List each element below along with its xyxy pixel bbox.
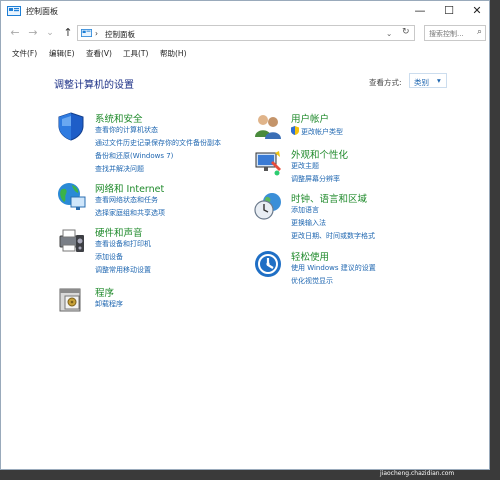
page-title: 调整计算机的设置 [54, 80, 134, 91]
recent-locations-button[interactable]: ⌄ [43, 26, 57, 40]
category-clock-region-title[interactable]: 时钟、语言和区域 [291, 191, 367, 205]
menu-view[interactable]: 查看(V) [86, 48, 112, 59]
watermark-url: jiaocheng.chazidian.com [380, 470, 455, 477]
link-backup-restore[interactable]: 备份和还原(Windows 7) [95, 151, 173, 161]
category-network-title[interactable]: 网络和 Internet [95, 181, 164, 195]
link-recommended-settings[interactable]: 使用 Windows 建议的设置 [291, 263, 376, 273]
category-programs-title[interactable]: 程序 [95, 285, 114, 299]
link-add-device[interactable]: 添加设备 [95, 252, 123, 262]
window-title: 控制面板 [26, 7, 58, 16]
view-by-label: 查看方式: [369, 78, 402, 87]
chevron-down-icon: ▾ [437, 76, 441, 85]
title-bar[interactable]: 控制面板 — ☐ ✕ [1, 1, 489, 21]
link-screen-resolution[interactable]: 调整屏幕分辨率 [291, 174, 340, 184]
shield-icon[interactable] [56, 111, 86, 141]
users-icon[interactable] [253, 111, 283, 141]
category-user-accounts-title[interactable]: 用户帐户 [291, 111, 329, 125]
category-hardware-title[interactable]: 硬件和声音 [95, 225, 143, 239]
address-bar[interactable]: › 控制面板 ⌄ ↻ [77, 25, 415, 41]
link-network-status[interactable]: 查看网络状态和任务 [95, 195, 158, 205]
close-button[interactable]: ✕ [463, 1, 491, 21]
link-mobility-settings[interactable]: 调整常用移动设置 [95, 265, 151, 275]
clock-globe-icon[interactable] [253, 191, 283, 221]
search-placeholder[interactable]: 搜索控制... [429, 29, 464, 39]
menu-bar: 文件(F) 编辑(E) 查看(V) 工具(T) 帮助(H) [1, 45, 489, 61]
forward-button[interactable]: → [26, 26, 40, 40]
minimize-button[interactable]: — [406, 1, 434, 21]
network-globe-icon[interactable] [56, 181, 86, 211]
search-box[interactable]: 搜索控制... ⌕ [424, 25, 486, 41]
menu-edit[interactable]: 编辑(E) [49, 48, 75, 59]
watermark-brand: 查字典 教程网 [370, 454, 447, 467]
category-system-security-title[interactable]: 系统和安全 [95, 111, 143, 125]
control-panel-icon [81, 29, 92, 37]
link-uninstall-program[interactable]: 卸载程序 [95, 299, 123, 309]
up-button[interactable]: ↑ [61, 26, 75, 40]
uac-shield-icon [291, 126, 299, 135]
menu-tools[interactable]: 工具(T) [123, 48, 148, 59]
link-add-language[interactable]: 添加语言 [291, 205, 319, 215]
link-devices-printers[interactable]: 查看设备和打印机 [95, 239, 151, 249]
view-by-dropdown[interactable]: 类别 ▾ [409, 73, 447, 88]
link-troubleshoot[interactable]: 查找并解决问题 [95, 164, 144, 174]
link-change-theme[interactable]: 更改主题 [291, 161, 319, 171]
breadcrumb-control-panel[interactable]: 控制面板 [105, 29, 135, 40]
link-file-history-backup[interactable]: 通过文件历史记录保存你的文件备份副本 [95, 138, 221, 148]
link-change-account-type[interactable]: 更改帐户类型 [301, 127, 343, 137]
search-icon[interactable]: ⌕ [477, 27, 482, 37]
programs-icon[interactable] [56, 284, 86, 314]
link-date-time-format[interactable]: 更改日期、时间或数字格式 [291, 231, 375, 241]
control-panel-icon [7, 6, 21, 16]
link-change-input-method[interactable]: 更换输入法 [291, 218, 326, 228]
link-view-computer-status[interactable]: 查看你的计算机状态 [95, 125, 158, 135]
printer-speaker-icon[interactable] [56, 225, 86, 255]
control-panel-window: 控制面板 — ☐ ✕ ← → ⌄ ↑ › 控制面板 ⌄ ↻ 搜索控制... ⌕ … [0, 0, 490, 470]
view-by-value: 类别 [414, 78, 429, 87]
menu-help[interactable]: 帮助(H) [160, 48, 187, 59]
menu-file[interactable]: 文件(F) [12, 48, 37, 59]
appearance-icon[interactable] [253, 147, 283, 177]
address-bar-row: ← → ⌄ ↑ › 控制面板 ⌄ ↻ 搜索控制... ⌕ [1, 23, 489, 43]
breadcrumb-separator: › [95, 29, 98, 38]
main-content: 调整计算机的设置 查看方式: 类别 ▾ 系统和安全 查看你的计算机状态 通过文件… [1, 63, 489, 469]
refresh-button[interactable]: ↻ [402, 27, 410, 37]
category-ease-of-access-title[interactable]: 轻松使用 [291, 249, 329, 263]
link-optimize-visual-display[interactable]: 优化视觉显示 [291, 276, 333, 286]
address-dropdown-button[interactable]: ⌄ [386, 29, 392, 38]
maximize-button[interactable]: ☐ [435, 1, 463, 21]
link-homegroup-sharing[interactable]: 选择家庭组和共享选项 [95, 208, 165, 218]
ease-of-access-icon[interactable] [253, 249, 283, 279]
category-appearance-title[interactable]: 外观和个性化 [291, 147, 348, 161]
back-button[interactable]: ← [8, 26, 22, 40]
